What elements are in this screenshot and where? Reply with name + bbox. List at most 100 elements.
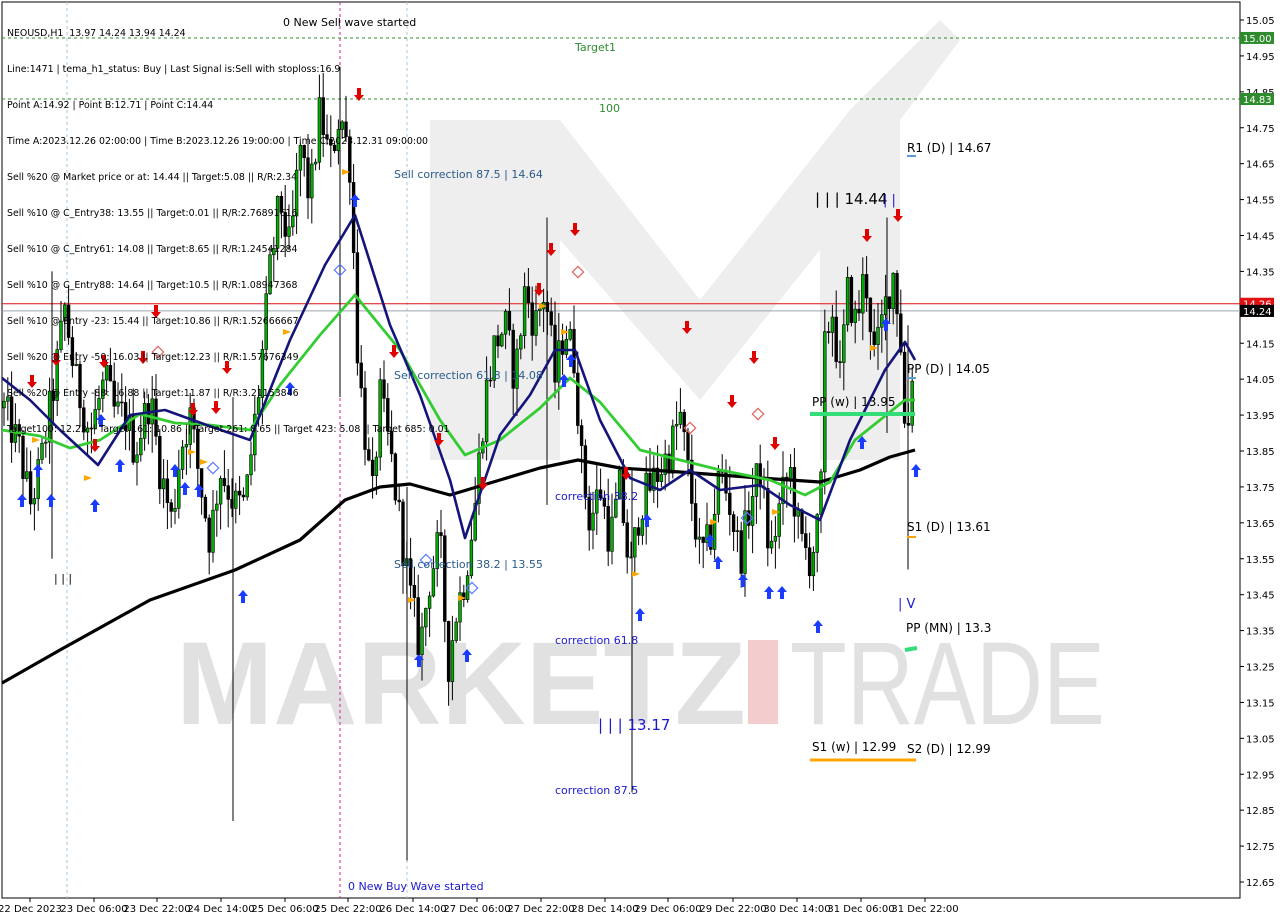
y-tick-label: 14.35 <box>1246 267 1275 278</box>
candle-body <box>788 467 793 480</box>
y-tick-label: 14.45 <box>1246 232 1275 243</box>
candle-body <box>503 310 508 335</box>
level-label: PP (MN) | 13.3 <box>906 621 991 635</box>
candle-body <box>446 621 451 682</box>
chart-annotation: Target1 <box>574 41 616 54</box>
watermark-bar <box>748 640 778 724</box>
y-tick-label: 13.55 <box>1246 555 1275 566</box>
chart-root: MARKETZ TRADE Target1 100 0 New Sell wave st… <box>0 0 1280 920</box>
y-tick-label: 13.85 <box>1246 447 1275 458</box>
candle-body <box>811 552 816 577</box>
candle-body <box>773 536 778 542</box>
candle-body <box>636 527 641 536</box>
candle-body <box>845 277 850 326</box>
y-tick-label: 12.95 <box>1246 770 1275 781</box>
level-label: PP (w) | 13.95 <box>812 395 896 409</box>
candle-body <box>177 469 181 509</box>
info-line: Sell %10 @ C_Entry88: 14.64 || Target:10… <box>7 280 298 291</box>
y-tick-label: 13.95 <box>1246 411 1275 422</box>
y-tick-label: 14.15 <box>1246 339 1275 350</box>
chart-annotation: correction 38.2 <box>555 490 638 503</box>
candle-body <box>443 535 447 622</box>
pp-mn-line <box>904 646 918 652</box>
candle-body <box>716 471 721 515</box>
y-tick-label: 14.95 <box>1246 52 1275 63</box>
candle-body <box>671 425 675 474</box>
candle-body <box>849 277 854 323</box>
chart-annotation: correction 87.5 <box>555 784 638 797</box>
y-tick-label: 13.15 <box>1246 698 1275 709</box>
candle-body <box>226 485 230 500</box>
candle-body <box>777 503 781 537</box>
candle-body <box>237 490 242 496</box>
candle-body <box>766 488 770 549</box>
candle-body <box>868 297 873 333</box>
candle-body <box>876 326 880 345</box>
candle-body <box>203 496 208 519</box>
candle-body <box>640 518 645 536</box>
candle-body <box>211 509 215 553</box>
candle-body <box>507 310 512 331</box>
candle-body <box>234 490 238 509</box>
candle-body <box>165 478 170 503</box>
candle-body <box>735 530 740 532</box>
candle-body <box>686 431 690 461</box>
x-tick-label: 29 Dec 06:00 <box>634 904 701 915</box>
level-label: R1 (D) | 14.67 <box>907 141 991 155</box>
x-tick-label: 25 Dec 22:00 <box>314 904 381 915</box>
candle-body <box>750 496 755 526</box>
level-label: PP (D) | 14.05 <box>907 362 990 376</box>
candle-body <box>697 536 702 540</box>
candle-body <box>454 621 458 641</box>
candle-body <box>690 459 694 504</box>
info-line: Time A:2023.12.26 02:00:00 | Time B:2023… <box>7 136 428 147</box>
candle-body <box>222 478 227 487</box>
candle-body <box>549 311 553 326</box>
x-tick-label: 30 Dec 14:00 <box>763 904 830 915</box>
x-tick-label: 31 Dec 06:00 <box>827 904 894 915</box>
candle-body <box>393 453 398 501</box>
candle-body <box>644 472 648 520</box>
y-tick-label: 14.05 <box>1246 375 1275 386</box>
candle-body <box>519 335 523 350</box>
y-tick-label: 12.65 <box>1246 878 1275 889</box>
candle-body <box>891 272 895 309</box>
candle-body <box>424 608 428 628</box>
y-tick-label: 13.45 <box>1246 591 1275 602</box>
candle-body <box>819 471 823 515</box>
info-line: Target100: 12.23 || Target 161: 10.86 ||… <box>7 424 450 435</box>
chart-annotation: | | | <box>54 572 72 585</box>
chart-annotation: 100 <box>599 102 620 115</box>
candle-body <box>215 503 219 511</box>
candle-body <box>241 494 246 498</box>
chart-annotation: | V <box>898 597 916 612</box>
info-line: Sell %10 @ Entry -23: 15.44 || Target:10… <box>7 316 299 327</box>
candle-body <box>610 516 614 552</box>
y-tick-label: 13.05 <box>1246 734 1275 745</box>
y-tick-label: 13.75 <box>1246 483 1275 494</box>
y-tick-label: 14.65 <box>1246 160 1275 171</box>
info-line: Line:1471 | tema_h1_status: Buy | Last S… <box>7 64 341 75</box>
candle-body <box>842 324 846 363</box>
candle-body <box>701 536 705 543</box>
y-tick-label: 13.35 <box>1246 627 1275 638</box>
chart-annotation: Sell correction 38.2 | 13.55 <box>394 558 543 571</box>
candle-body <box>568 328 572 340</box>
candle-body <box>161 478 166 490</box>
x-tick-label: 22 Dec 2023 <box>0 904 62 915</box>
info-line: Sell %20 @ Market price or at: 14.44 || … <box>7 172 298 183</box>
candle-body <box>887 296 892 309</box>
candle-body <box>427 595 432 609</box>
candle-body <box>218 478 223 505</box>
info-panel: NEOUSD,H1 13.97 14.24 13.94 14.24 Line:1… <box>7 4 450 460</box>
candle-body <box>693 503 698 540</box>
symbol-line: NEOUSD,H1 13.97 14.24 13.94 14.24 <box>7 28 186 39</box>
candle-body <box>439 532 443 537</box>
chart-annotation: | | | 14.44 <box>815 190 887 208</box>
candle-body <box>32 498 37 505</box>
candle-body <box>712 513 717 550</box>
y-tick-label: 12.75 <box>1246 842 1275 853</box>
x-tick-label: 27 Dec 06:00 <box>443 904 510 915</box>
price-badge-label: 14.24 <box>1243 307 1272 318</box>
candle-body <box>830 316 835 333</box>
